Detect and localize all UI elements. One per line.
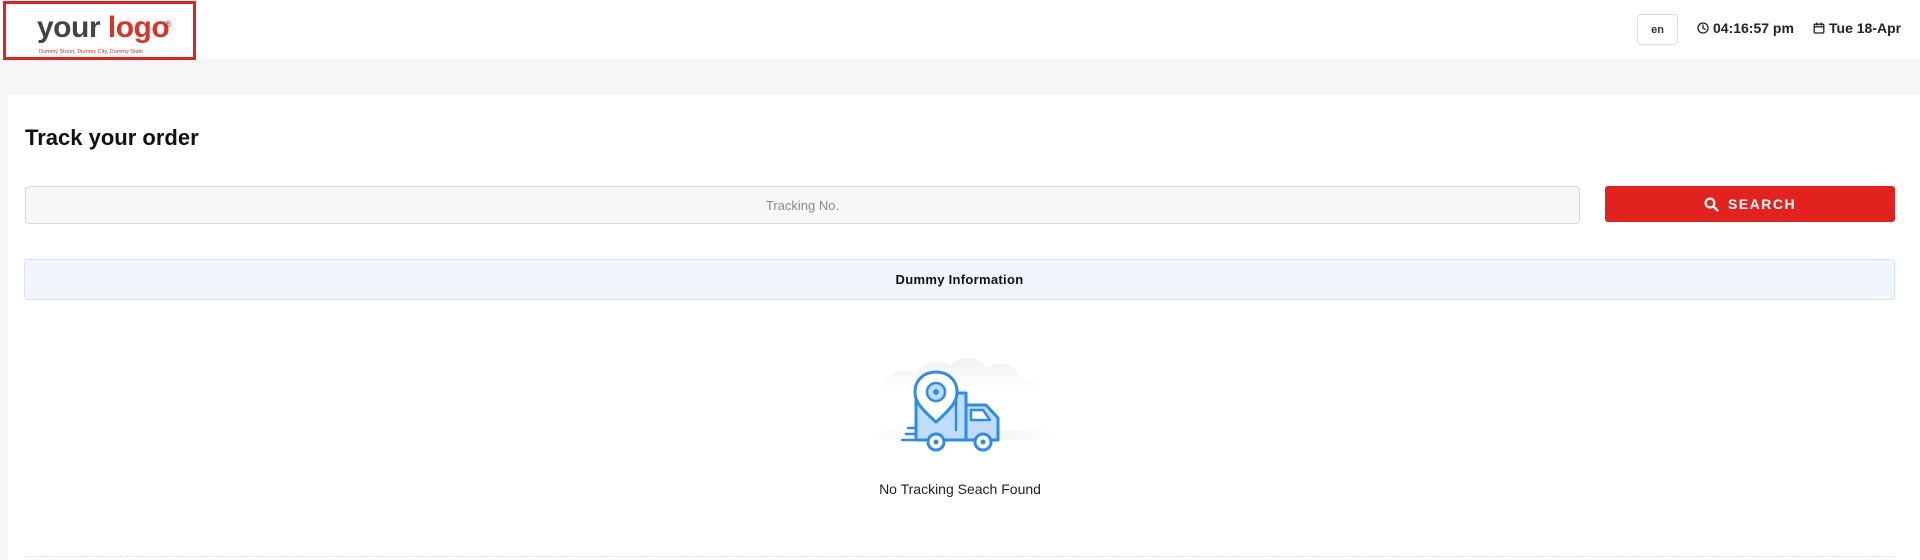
info-bar: Dummy Information [24, 259, 1895, 300]
date-text: Tue 18-Apr [1829, 20, 1902, 36]
divider [25, 556, 1895, 557]
top-header: your logo ® Dummy Street, Dummy City, Du… [0, 0, 1920, 60]
brand-logo[interactable]: your logo ® Dummy Street, Dummy City, Du… [3, 1, 196, 60]
calendar-icon [1813, 22, 1825, 34]
empty-state-message: No Tracking Seach Found [879, 481, 1041, 497]
logo-registered-mark: ® [165, 19, 172, 29]
tracking-number-input[interactable] [25, 186, 1580, 224]
time-text: 04:16:57 pm [1713, 20, 1794, 36]
language-selector[interactable]: en [1637, 14, 1678, 45]
logo-word-your: your [37, 11, 101, 44]
delivery-truck-illustration [858, 330, 1068, 465]
logo-wordmark: your logo [37, 9, 170, 47]
tracking-card: Track your order SEARCH Dummy Informatio… [8, 95, 1920, 560]
clock-icon [1697, 22, 1709, 34]
search-button[interactable]: SEARCH [1605, 186, 1895, 222]
page-title: Track your order [25, 125, 199, 150]
current-date: Tue 18-Apr [1813, 20, 1901, 36]
current-time: 04:16:57 pm [1697, 20, 1794, 36]
search-button-label: SEARCH [1727, 196, 1797, 212]
logo-word-logo: logo [107, 11, 170, 44]
search-icon [1704, 196, 1719, 212]
logo-tagline: Dummy Street, Dummy City, Dummy State [39, 49, 144, 55]
